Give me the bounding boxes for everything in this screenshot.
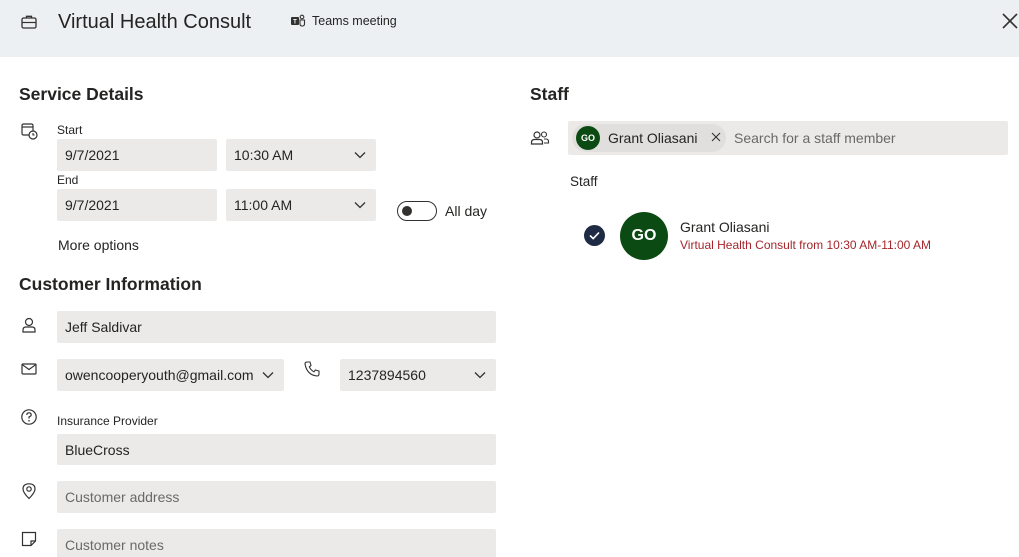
staff-search-input[interactable]	[734, 121, 1004, 155]
customer-address-placeholder: Customer address	[65, 489, 180, 505]
chevron-down-icon	[262, 372, 274, 379]
teams-meeting-indicator: T Teams meeting	[290, 14, 397, 28]
svg-text:T: T	[293, 20, 297, 26]
end-date-field[interactable]: 9/7/2021	[57, 189, 217, 221]
toggle-knob	[402, 206, 412, 216]
staff-member-availability: Virtual Health Consult from 10:30 AM-11:…	[680, 238, 932, 252]
customer-address-field[interactable]: Customer address	[57, 481, 496, 513]
customer-name-field[interactable]: Jeff Saldivar	[57, 311, 496, 343]
avatar: GO	[576, 126, 600, 150]
end-label: End	[57, 173, 79, 187]
customer-notes-field[interactable]: Customer notes	[57, 529, 496, 557]
close-icon[interactable]	[1000, 11, 1019, 31]
avatar: GO	[620, 212, 668, 260]
person-icon	[22, 317, 36, 333]
phone-icon	[304, 361, 320, 377]
end-time-value: 11:00 AM	[234, 197, 293, 213]
page-title: Virtual Health Consult	[58, 11, 252, 33]
staff-select-checkbox[interactable]	[584, 225, 605, 246]
chevron-down-icon	[354, 152, 366, 159]
start-label: Start	[57, 123, 83, 137]
more-options-link[interactable]: More options	[58, 237, 139, 253]
chevron-down-icon	[474, 372, 486, 379]
remove-icon[interactable]	[711, 132, 721, 142]
teams-icon: T	[291, 14, 306, 27]
service-details-heading: Service Details	[19, 84, 144, 104]
staff-picker[interactable]: GO Grant Oliasani	[568, 121, 1008, 155]
calendar-clock-icon	[21, 123, 38, 140]
teams-meeting-label: Teams meeting	[312, 14, 397, 28]
start-date-value: 9/7/2021	[65, 147, 120, 163]
briefcase-icon	[21, 15, 37, 29]
staff-heading: Staff	[530, 84, 569, 104]
customer-email-value: owencooperyouth@gmail.com	[65, 367, 254, 383]
customer-information-heading: Customer Information	[19, 274, 202, 294]
start-date-field[interactable]: 9/7/2021	[57, 139, 217, 171]
insurance-provider-field[interactable]: BlueCross	[57, 434, 496, 465]
staff-chip-name: Grant Oliasani	[608, 130, 698, 146]
customer-email-dropdown[interactable]: owencooperyouth@gmail.com	[57, 359, 284, 391]
customer-phone-value: 1237894560	[348, 367, 426, 383]
end-date-value: 9/7/2021	[65, 197, 120, 213]
location-pin-icon	[22, 483, 36, 500]
customer-name-value: Jeff Saldivar	[65, 319, 142, 335]
staff-chip[interactable]: GO Grant Oliasani	[572, 124, 726, 152]
end-time-dropdown[interactable]: 11:00 AM	[226, 189, 376, 221]
question-icon	[21, 409, 37, 425]
customer-notes-placeholder: Customer notes	[65, 537, 164, 553]
all-day-label: All day	[445, 203, 488, 219]
people-icon	[530, 131, 550, 145]
start-time-value: 10:30 AM	[234, 147, 294, 163]
staff-member-name: Grant Oliasani	[680, 219, 770, 235]
insurance-provider-label: Insurance Provider	[57, 414, 158, 428]
customer-phone-dropdown[interactable]: 1237894560	[340, 359, 496, 391]
note-icon	[21, 531, 37, 547]
start-time-dropdown[interactable]: 10:30 AM	[226, 139, 376, 171]
chevron-down-icon	[354, 202, 366, 209]
all-day-toggle[interactable]	[397, 201, 437, 221]
checkmark-icon	[589, 231, 600, 240]
mail-icon	[21, 363, 37, 375]
panel-header: Virtual Health Consult T Teams meeting	[0, 0, 1019, 57]
staff-list-label: Staff	[570, 174, 598, 189]
insurance-provider-value: BlueCross	[65, 441, 130, 458]
